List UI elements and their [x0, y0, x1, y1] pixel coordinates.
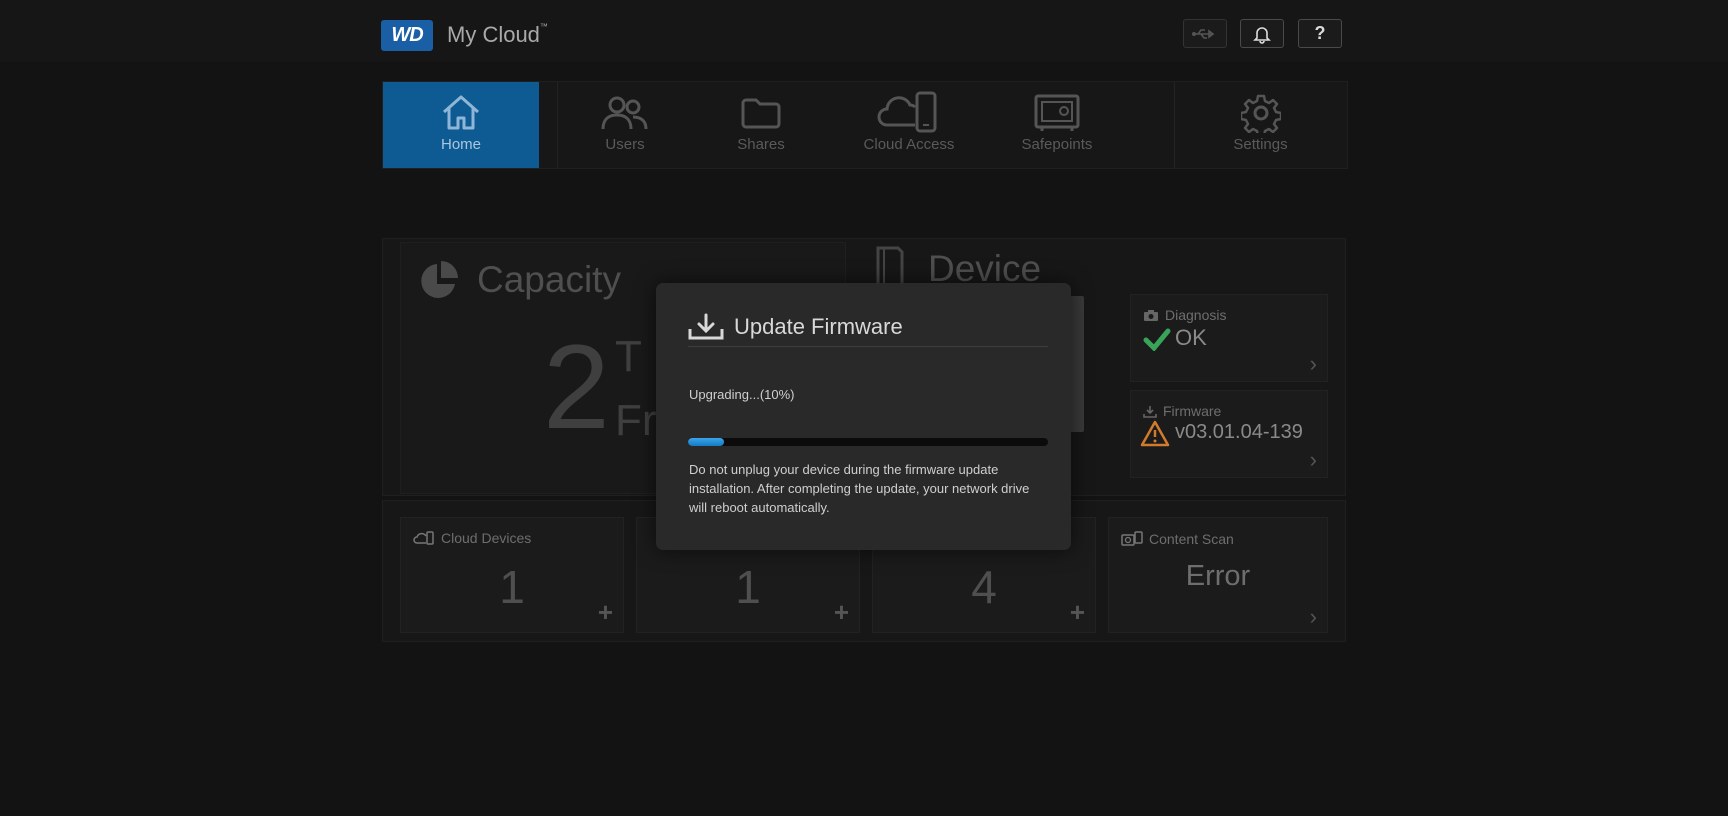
download-icon — [1143, 405, 1157, 418]
cloud-devices-label: Cloud Devices — [441, 530, 532, 546]
warning-icon — [1140, 420, 1170, 447]
firmware-header: Firmware — [1143, 403, 1221, 419]
home-icon — [440, 90, 482, 136]
capacity-free-label: Fr — [615, 396, 657, 445]
content-scan-icon — [1121, 531, 1143, 546]
capacity-title: Capacity — [477, 259, 621, 300]
upgrade-warning-message: Do not unplug your device during the fir… — [689, 462, 1030, 515]
dialog-header: Update Firmware — [688, 307, 1048, 347]
nav-settings[interactable]: Settings — [1174, 82, 1347, 168]
usb-icon — [1192, 28, 1215, 39]
nav-cloud-access[interactable]: Cloud Access — [829, 82, 989, 168]
chevron-right-icon: › — [1309, 447, 1317, 472]
content-scan-tile[interactable]: Content Scan Error › — [1108, 517, 1328, 633]
nav-safepoints[interactable]: Safepoints — [989, 82, 1125, 168]
diagnosis-value: OK — [1175, 325, 1207, 350]
update-firmware-dialog: Update Firmware Upgrading...(10%) Do not… — [656, 283, 1071, 550]
main-nav: Home Users Shares Cloud Access Safepoint… — [382, 81, 1348, 169]
cloud-devices-tile[interactable]: Cloud Devices 1 + — [400, 517, 624, 633]
upgrade-progress-fill — [688, 438, 724, 446]
app-root: WD My Cloud™ ? Home Users Shares Cloud A… — [0, 0, 1728, 816]
notifications-button[interactable] — [1240, 19, 1284, 48]
diagnosis-header: Diagnosis — [1143, 307, 1226, 323]
nav-safepoints-label: Safepoints — [1021, 136, 1093, 153]
capacity-value: 2 — [543, 320, 610, 454]
dialog-title: Update Firmware — [734, 313, 903, 339]
content-scan-label: Content Scan — [1149, 531, 1234, 547]
cloud-devices-count: 1 — [499, 561, 525, 613]
firmware-tile[interactable]: Firmware v03.01.04-139 › — [1130, 390, 1328, 478]
nav-shares[interactable]: Shares — [693, 82, 829, 168]
diagnosis-tile[interactable]: Diagnosis OK › — [1130, 294, 1328, 382]
folder-icon — [740, 90, 782, 136]
wd-logo: WD — [381, 20, 433, 51]
safe-icon — [1033, 90, 1081, 136]
nav-settings-label: Settings — [1233, 136, 1288, 153]
nav-home[interactable]: Home — [383, 82, 539, 168]
camera-icon — [1144, 309, 1158, 321]
shares-count: 4 — [971, 561, 997, 613]
users-count: 1 — [735, 561, 761, 613]
chevron-right-icon: › — [1309, 604, 1317, 629]
cloud-phone-icon — [877, 90, 941, 136]
content-scan-value: Error — [1185, 560, 1251, 592]
cloud-devices-icon — [413, 531, 434, 545]
usb-button[interactable] — [1183, 19, 1227, 48]
bell-icon — [1253, 26, 1271, 44]
help-icon: ? — [1314, 23, 1326, 43]
upgrade-status: Upgrading...(10%) — [689, 387, 795, 402]
firmware-version: v03.01.04-139 — [1175, 421, 1303, 443]
chevron-right-icon: › — [1309, 351, 1317, 376]
checkmark-icon — [1143, 328, 1171, 351]
add-share-button[interactable]: + — [1070, 597, 1085, 628]
capacity-unit: T — [615, 332, 642, 381]
app-name: My Cloud™ — [447, 22, 548, 47]
help-button[interactable]: ? — [1298, 19, 1342, 48]
add-user-button[interactable]: + — [834, 597, 849, 628]
nav-users[interactable]: Users — [557, 82, 693, 168]
add-cloud-device-button[interactable]: + — [598, 597, 613, 628]
cloud-devices-header: Cloud Devices — [413, 530, 531, 546]
gear-icon — [1240, 90, 1281, 136]
diagnosis-label: Diagnosis — [1165, 307, 1227, 323]
firmware-label: Firmware — [1163, 403, 1222, 419]
device-image — [1070, 296, 1084, 432]
top-header: WD My Cloud™ ? — [0, 0, 1728, 62]
download-icon — [688, 313, 724, 339]
pie-chart-icon — [421, 261, 458, 298]
nav-shares-label: Shares — [737, 136, 785, 153]
nav-cloud-access-label: Cloud Access — [863, 136, 955, 153]
upgrade-progress-bar — [688, 438, 1048, 446]
nav-home-label: Home — [440, 136, 481, 153]
nav-users-label: Users — [605, 136, 645, 153]
content-scan-header: Content Scan — [1121, 530, 1234, 548]
users-icon — [599, 90, 651, 136]
